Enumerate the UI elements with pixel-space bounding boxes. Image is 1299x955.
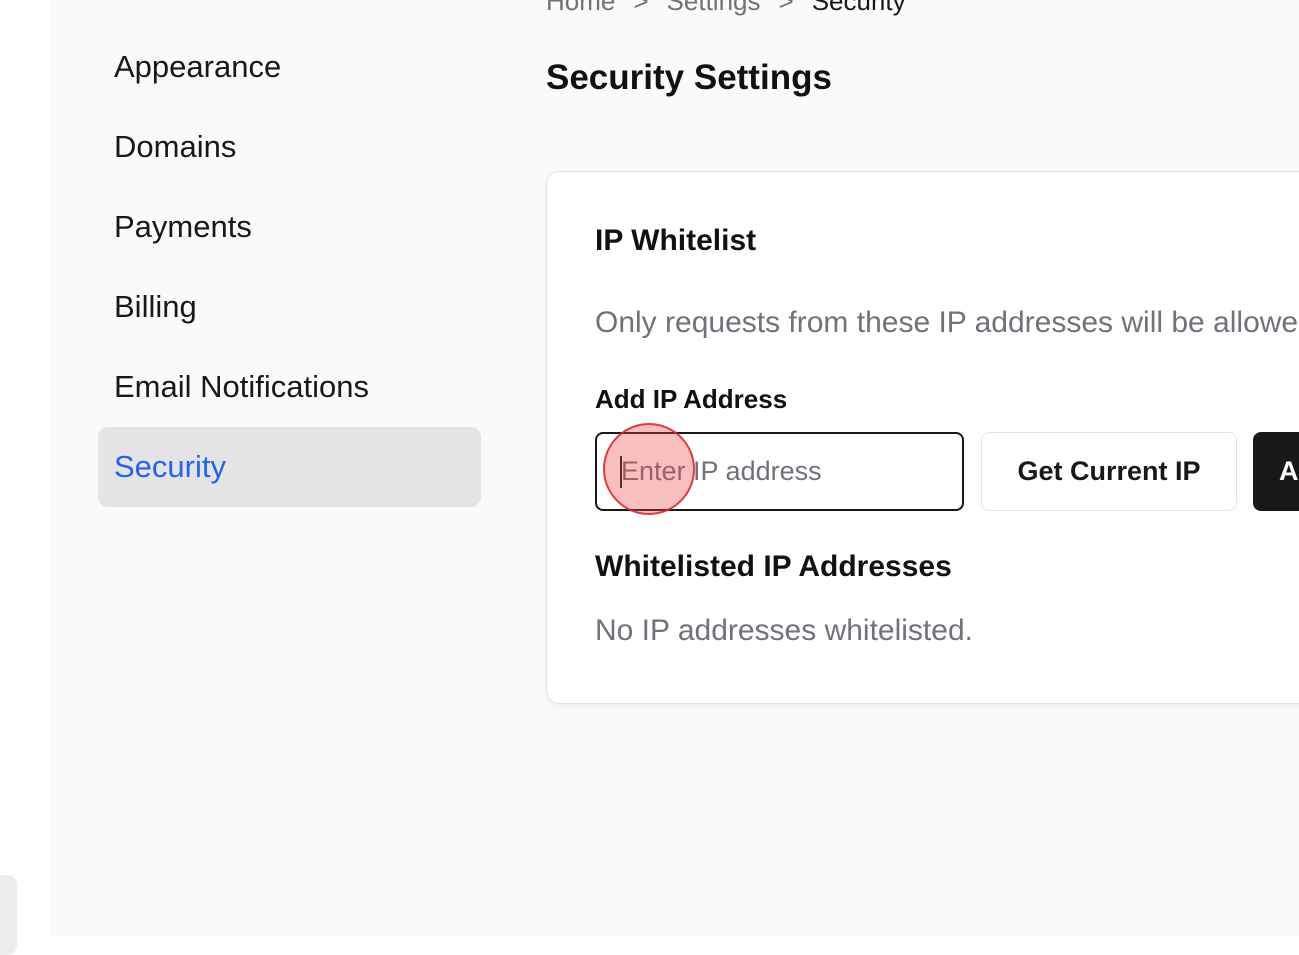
ip-address-input[interactable] bbox=[595, 432, 964, 511]
sidebar-item-label: Domains bbox=[114, 129, 237, 164]
sidebar-item-label: Payments bbox=[114, 209, 252, 244]
breadcrumb-settings-link[interactable]: Settings bbox=[667, 0, 761, 16]
sidebar-item-label: Email Notifications bbox=[114, 369, 369, 404]
settings-main: Appearance Domains Payments Billing Emai… bbox=[50, 0, 1299, 937]
breadcrumb-separator-icon: > bbox=[633, 0, 649, 16]
sidebar-item-label: Billing bbox=[114, 289, 197, 324]
card-title: IP Whitelist bbox=[595, 224, 757, 257]
whitelist-empty-state: No IP addresses whitelisted. bbox=[595, 614, 973, 647]
page-title: Security Settings bbox=[546, 58, 832, 97]
sidebar-item-security[interactable]: Security bbox=[98, 427, 481, 507]
breadcrumb: Home > Settings > Security bbox=[546, 0, 906, 17]
sidebar-item-appearance[interactable]: Appearance bbox=[98, 27, 481, 107]
breadcrumb-separator-icon: > bbox=[778, 0, 794, 16]
sidebar-item-label: Appearance bbox=[114, 49, 282, 84]
add-ip-label: Add IP Address bbox=[595, 384, 788, 414]
whitelist-list-title: Whitelisted IP Addresses bbox=[595, 550, 952, 583]
ip-whitelist-card: IP Whitelist Only requests from these IP… bbox=[546, 171, 1299, 704]
text-caret bbox=[620, 456, 622, 488]
sidebar-item-domains[interactable]: Domains bbox=[98, 107, 481, 187]
left-strip bbox=[0, 0, 50, 955]
settings-sidebar: Appearance Domains Payments Billing Emai… bbox=[98, 27, 481, 507]
breadcrumb-home-link[interactable]: Home bbox=[546, 0, 615, 16]
breadcrumb-current: Security bbox=[811, 0, 906, 16]
sidebar-item-billing[interactable]: Billing bbox=[98, 267, 481, 347]
sidebar-item-payments[interactable]: Payments bbox=[98, 187, 481, 267]
sidebar-item-email-notifications[interactable]: Email Notifications bbox=[98, 347, 481, 427]
card-description: Only requests from these IP addresses wi… bbox=[595, 306, 1299, 339]
add-ip-button[interactable]: Add bbox=[1253, 432, 1299, 511]
left-edge-tab bbox=[0, 875, 17, 955]
get-current-ip-button[interactable]: Get Current IP bbox=[981, 432, 1237, 511]
sidebar-item-label: Security bbox=[114, 449, 226, 484]
